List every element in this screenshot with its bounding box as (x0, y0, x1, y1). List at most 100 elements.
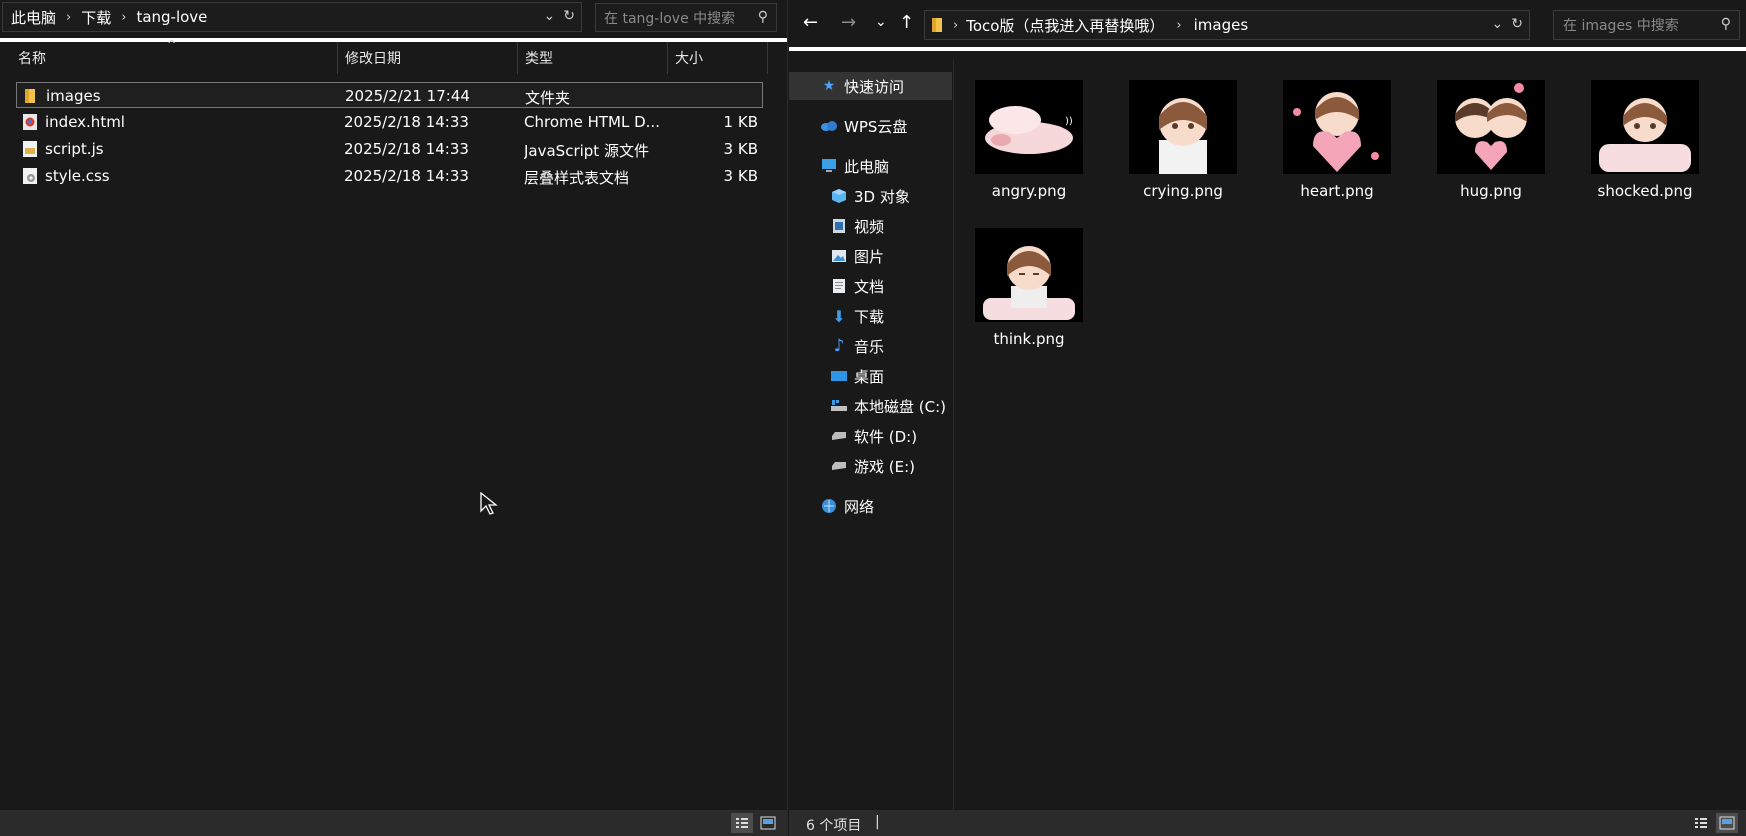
recent-locations-chevron-icon[interactable]: ⌄ (875, 14, 887, 30)
file-name: style.css (45, 167, 110, 185)
tree-item-3d-objects[interactable]: 3D 对象 (829, 182, 910, 210)
sticker-heart-image (1283, 80, 1391, 174)
network-icon (819, 497, 839, 515)
tree-item-drive-e[interactable]: 游戏 (E:) (829, 452, 915, 480)
file-row[interactable]: index.html 2025/2/18 14:33 Chrome HTML D… (16, 109, 763, 135)
sticker-think-image (975, 228, 1083, 322)
left-explorer-window: 此电脑 › 下载 › tang-love ⌄ ↻ 在 tang-love 中搜索… (0, 0, 788, 836)
tree-item-label: 软件 (D:) (854, 427, 918, 446)
file-date: 2025/2/18 14:33 (344, 140, 469, 158)
file-name: index.html (45, 113, 125, 131)
tree-item-downloads[interactable]: ⬇ 下载 (829, 302, 884, 330)
large-icons-view-icon (760, 816, 776, 830)
file-type: Chrome HTML D... (524, 113, 660, 131)
tree-item-network[interactable]: 网络 (819, 492, 874, 520)
column-header-name[interactable]: 名称 (10, 42, 335, 74)
file-date: 2025/2/18 14:33 (344, 167, 469, 185)
file-thumbnail[interactable]: hug.png (1411, 72, 1551, 212)
file-size: 1 KB (723, 113, 758, 131)
file-size: 3 KB (723, 140, 758, 158)
status-bar: 6 个项目 | (789, 810, 1746, 836)
tree-item-wps-cloud[interactable]: WPS云盘 (819, 112, 907, 140)
chevron-down-icon[interactable]: ⌄ (1492, 16, 1504, 32)
drive-icon (829, 427, 849, 445)
navigation-pane: ★ 快速访问 WPS云盘 此电脑 3D 对象 视频 图片 文档 ⬇ 下载 ♪ 音… (789, 60, 954, 810)
tree-item-pictures[interactable]: 图片 (829, 242, 884, 270)
file-name-label: heart.png (1300, 182, 1374, 200)
file-size: 3 KB (723, 167, 758, 185)
chevron-down-icon[interactable]: ⌄ (544, 8, 556, 24)
search-input[interactable]: 在 images 中搜索 ⚲ (1553, 10, 1740, 40)
details-view-button[interactable] (1690, 813, 1712, 833)
drive-icon (829, 457, 849, 475)
tree-item-label: 音乐 (854, 337, 885, 356)
sticker-hug-image (1437, 80, 1545, 174)
file-name: images (46, 87, 101, 105)
tree-item-drive-c[interactable]: 本地磁盘 (C:) (829, 392, 946, 420)
tree-item-drive-d[interactable]: 软件 (D:) (829, 422, 917, 450)
js-file-icon (23, 141, 37, 157)
file-row[interactable]: script.js 2025/2/18 14:33 JavaScript 源文件… (16, 136, 763, 162)
back-arrow-icon[interactable]: ← (803, 12, 818, 33)
file-thumbnail[interactable]: think.png (949, 220, 1089, 360)
large-icons-view-button[interactable] (757, 813, 779, 833)
refresh-icon[interactable]: ↻ (1511, 16, 1523, 32)
file-date: 2025/2/21 17:44 (345, 87, 470, 105)
chevron-right-icon: › (953, 17, 959, 33)
download-icon: ⬇ (832, 306, 846, 326)
search-input[interactable]: 在 tang-love 中搜索 ⚲ (595, 3, 777, 32)
computer-icon (819, 157, 839, 175)
tree-item-label: 网络 (844, 497, 875, 516)
tree-item-label: 快速访问 (844, 77, 905, 96)
large-icons-view-button[interactable] (1716, 813, 1738, 833)
tree-item-documents[interactable]: 文档 (829, 272, 884, 300)
tree-item-label: 图片 (854, 247, 885, 266)
search-icon[interactable]: ⚲ (758, 9, 768, 25)
up-arrow-icon[interactable]: ↑ (899, 12, 914, 33)
column-header-date[interactable]: 修改日期 (337, 42, 517, 74)
search-icon[interactable]: ⚲ (1721, 16, 1731, 32)
cube-icon (829, 187, 849, 205)
tree-item-quick-access[interactable]: ★ 快速访问 (789, 72, 952, 100)
forward-arrow-icon[interactable]: → (841, 12, 856, 33)
details-view-icon (1695, 818, 1707, 828)
breadcrumb-images[interactable]: images (1194, 16, 1249, 34)
tree-item-label: 视频 (854, 217, 885, 236)
sticker-angry-image: )) (975, 80, 1083, 174)
tree-item-desktop[interactable]: 桌面 (829, 362, 884, 390)
breadcrumb-downloads[interactable]: 下载 (81, 7, 111, 28)
chevron-right-icon: › (121, 9, 127, 25)
accent-divider (789, 47, 1746, 51)
breadcrumb-tang-love[interactable]: tang-love (136, 8, 207, 26)
chevron-right-icon: › (66, 9, 72, 25)
file-type: 层叠样式表文档 (524, 169, 630, 187)
mouse-cursor-icon (480, 492, 498, 515)
column-header-type[interactable]: 类型 (517, 42, 667, 74)
file-date: 2025/2/18 14:33 (344, 113, 469, 131)
file-row[interactable]: style.css 2025/2/18 14:33 层叠样式表文档 3 KB (16, 163, 763, 189)
file-thumbnail[interactable]: crying.png (1103, 72, 1243, 212)
tree-item-this-pc[interactable]: 此电脑 (819, 152, 889, 180)
address-bar[interactable]: › Toco版（点我进入再替换哦） › images ⌄ ↻ (924, 10, 1530, 40)
column-header-size[interactable]: 大小 (667, 42, 767, 74)
tree-item-label: 文档 (854, 277, 885, 296)
cloud-icon (819, 117, 839, 135)
tree-item-music[interactable]: ♪ 音乐 (829, 332, 884, 360)
file-row[interactable]: images 2025/2/21 17:44 文件夹 (16, 82, 763, 108)
address-bar[interactable]: 此电脑 › 下载 › tang-love ⌄ ↻ (2, 2, 582, 32)
folder-icon (932, 18, 942, 32)
file-thumbnail[interactable]: heart.png (1257, 72, 1397, 212)
details-view-button[interactable] (731, 813, 753, 833)
css-file-icon (23, 168, 37, 184)
file-thumbnail[interactable]: shocked.png (1565, 72, 1705, 212)
tree-item-videos[interactable]: 视频 (829, 212, 884, 240)
column-divider (767, 42, 768, 74)
status-bar (0, 810, 787, 836)
file-thumbnail[interactable]: )) angry.png (949, 72, 1089, 212)
breadcrumb-toco[interactable]: Toco版（点我进入再替换哦） (966, 15, 1164, 36)
right-explorer-window: ← → ⌄ ↑ › Toco版（点我进入再替换哦） › images ⌄ ↻ 在… (789, 0, 1746, 836)
search-placeholder: 在 images 中搜索 (1563, 18, 1679, 34)
refresh-icon[interactable]: ↻ (563, 8, 575, 24)
breadcrumb-this-pc[interactable]: 此电脑 (11, 7, 56, 28)
file-type: JavaScript 源文件 (524, 142, 649, 160)
